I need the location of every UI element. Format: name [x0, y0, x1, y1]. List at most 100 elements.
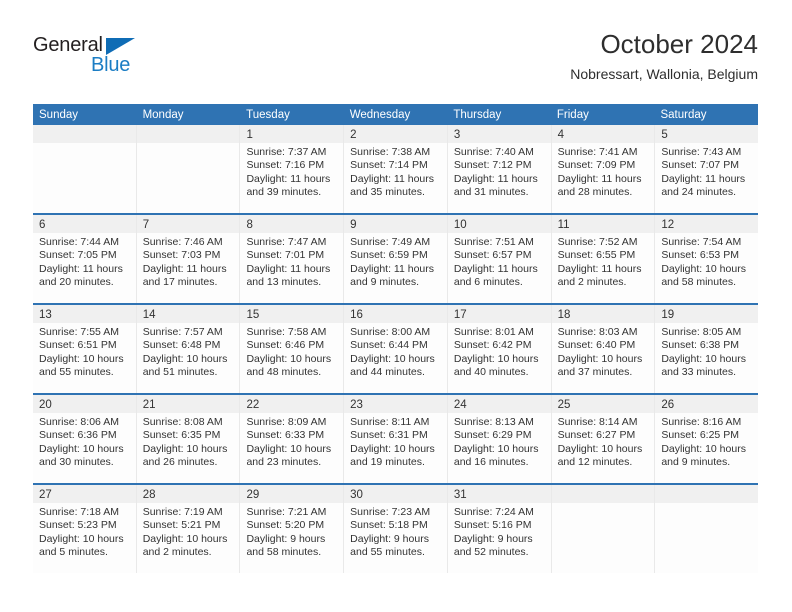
day-cell-23[interactable]: 23 Sunrise: 8:11 AM Sunset: 6:31 PM Dayligh…: [344, 395, 448, 483]
day-cell-22[interactable]: 22 Sunrise: 8:09 AM Sunset: 6:33 PM Dayligh…: [240, 395, 345, 483]
weekday-header-monday: Monday: [142, 109, 184, 121]
day-sun-info: Sunrise: 7:55 AM Sunset: 6:51 PM Daylight:…: [33, 323, 136, 380]
sunrise-text: Sunrise: 8:00 AM: [350, 326, 431, 338]
day-cell-11[interactable]: 11 Sunrise: 7:52 AM Sunset: 6:55 PM Dayligh…: [551, 215, 656, 303]
day-cell-6[interactable]: 6 Sunrise: 7:44 AM Sunset: 7:05 PM Daylight…: [33, 215, 137, 303]
sunset-text: Sunset: 6:42 PM: [453, 339, 532, 352]
day-sun-info: Sunrise: 7:18 AM Sunset: 5:23 PM Daylight:…: [33, 503, 136, 560]
day-cell-5[interactable]: 5 Sunrise: 7:43 AM Sunset: 7:07 PM Daylight…: [655, 125, 759, 213]
day-number-band: 31: [447, 485, 551, 503]
day-number: 25: [557, 399, 571, 411]
day-number-band: 17: [447, 305, 551, 323]
sunrise-text: Sunrise: 7:21 AM: [246, 506, 327, 518]
weekday-header-saturday: Saturday: [660, 109, 707, 121]
day-number-band: 5: [655, 125, 759, 143]
daylight-text-line2: and 58 minutes.: [661, 276, 737, 289]
daylight-text-line1: Daylight: 10 hours: [39, 532, 124, 545]
day-cell-16[interactable]: 16 Sunrise: 8:00 AM Sunset: 6:44 PM Dayligh…: [344, 305, 448, 393]
day-cell-28[interactable]: 28 Sunrise: 7:19 AM Sunset: 5:21 PM Dayligh…: [136, 485, 241, 573]
day-cell-25[interactable]: 25 Sunrise: 8:14 AM Sunset: 6:27 PM Dayligh…: [551, 395, 656, 483]
day-cell-13[interactable]: 13 Sunrise: 7:55 AM Sunset: 6:51 PM Dayligh…: [33, 305, 137, 393]
day-sun-info: Sunrise: 8:03 AM Sunset: 6:40 PM Daylight:…: [552, 323, 655, 380]
daylight-text-line2: and 55 minutes.: [39, 366, 114, 379]
day-cell-27[interactable]: 27 Sunrise: 7:18 AM Sunset: 5:23 PM Dayligh…: [33, 485, 137, 573]
daylight-text-line1: Daylight: 10 hours: [453, 352, 539, 365]
day-sun-info: Sunrise: 7:41 AM Sunset: 7:09 PM Daylight:…: [552, 143, 655, 200]
sunrise-text: Sunrise: 7:40 AM: [453, 146, 534, 158]
day-sun-info: Sunrise: 7:49 AM Sunset: 6:59 PM Daylight:…: [344, 233, 447, 290]
daylight-text-line1: Daylight: 11 hours: [350, 172, 435, 185]
day-cell-20[interactable]: 20 Sunrise: 8:06 AM Sunset: 6:36 PM Dayligh…: [33, 395, 137, 483]
daylight-text-line1: Daylight: 9 hours: [246, 532, 326, 545]
sunset-text: Sunset: 5:16 PM: [453, 519, 532, 532]
day-number-band: 27: [33, 485, 136, 503]
day-number-band: 18: [551, 305, 655, 323]
day-cell-14[interactable]: 14 Sunrise: 7:57 AM Sunset: 6:48 PM Dayligh…: [136, 305, 241, 393]
day-number-band: 1: [240, 125, 344, 143]
day-number: 20: [39, 399, 52, 411]
sunrise-text: Sunrise: 7:55 AM: [39, 326, 119, 338]
day-cell-9[interactable]: 9 Sunrise: 7:49 AM Sunset: 6:59 PM Daylight…: [344, 215, 448, 303]
day-cell-4[interactable]: 4 Sunrise: 7:41 AM Sunset: 7:09 PM Daylight…: [551, 125, 656, 213]
day-cell-21[interactable]: 21 Sunrise: 8:08 AM Sunset: 6:35 PM Dayligh…: [136, 395, 241, 483]
day-number-band: 11: [551, 215, 655, 233]
sunset-text: Sunset: 7:03 PM: [142, 249, 221, 262]
sunset-text: Sunset: 7:09 PM: [557, 159, 636, 172]
day-cell-2[interactable]: 2 Sunrise: 7:38 AM Sunset: 7:14 PM Daylight…: [344, 125, 448, 213]
day-cell-18[interactable]: 18 Sunrise: 8:03 AM Sunset: 6:40 PM Dayligh…: [551, 305, 656, 393]
page-title: October 2024: [600, 29, 758, 59]
general-blue-logo[interactable]: General Blue: [33, 34, 153, 80]
day-number: 30: [350, 489, 363, 501]
sunrise-text: Sunrise: 8:16 AM: [661, 416, 742, 428]
daylight-text-line2: and 48 minutes.: [246, 366, 322, 379]
day-cell-empty: [655, 485, 759, 573]
day-number: 14: [142, 309, 156, 321]
day-cell-26[interactable]: 26 Sunrise: 8:16 AM Sunset: 6:25 PM Dayligh…: [655, 395, 759, 483]
day-number: 11: [557, 219, 570, 231]
day-number-band: [551, 485, 655, 503]
day-number-band: 10: [447, 215, 551, 233]
sunset-text: Sunset: 6:40 PM: [557, 339, 636, 352]
day-cell-31[interactable]: 31 Sunrise: 7:24 AM Sunset: 5:16 PM Dayligh…: [447, 485, 552, 573]
sunset-text: Sunset: 6:38 PM: [661, 339, 739, 352]
daylight-text-line2: and 2 minutes.: [557, 276, 627, 289]
day-sun-info: Sunrise: 7:43 AM Sunset: 7:07 PM Daylight:…: [655, 143, 758, 200]
sunset-text: Sunset: 6:53 PM: [661, 249, 739, 262]
day-sun-info: Sunrise: 8:06 AM Sunset: 6:36 PM Daylight:…: [33, 413, 136, 470]
day-sun-info: Sunrise: 7:44 AM Sunset: 7:05 PM Daylight:…: [33, 233, 136, 290]
day-cell-7[interactable]: 7 Sunrise: 7:46 AM Sunset: 7:03 PM Daylight…: [136, 215, 241, 303]
day-cell-24[interactable]: 24 Sunrise: 8:13 AM Sunset: 6:29 PM Dayligh…: [447, 395, 552, 483]
day-cell-12[interactable]: 12 Sunrise: 7:54 AM Sunset: 6:53 PM Dayligh…: [655, 215, 759, 303]
daylight-text-line1: Daylight: 10 hours: [39, 442, 124, 455]
day-sun-info: Sunrise: 7:19 AM Sunset: 5:21 PM Daylight:…: [137, 503, 240, 560]
day-cell-17[interactable]: 17 Sunrise: 8:01 AM Sunset: 6:42 PM Dayligh…: [447, 305, 552, 393]
day-number-band: 12: [655, 215, 759, 233]
day-sun-info: Sunrise: 7:38 AM Sunset: 7:14 PM Daylight:…: [344, 143, 447, 200]
sunrise-text: Sunrise: 8:06 AM: [39, 416, 119, 428]
day-number: 1: [246, 129, 253, 141]
day-cell-10[interactable]: 10 Sunrise: 7:51 AM Sunset: 6:57 PM Dayligh…: [447, 215, 552, 303]
day-cell-8[interactable]: 8 Sunrise: 7:47 AM Sunset: 7:01 PM Daylight…: [240, 215, 345, 303]
day-cell-empty: [551, 485, 656, 573]
day-number: 9: [350, 219, 357, 231]
daylight-text-line1: Daylight: 11 hours: [557, 172, 642, 185]
day-number: 23: [350, 399, 363, 411]
day-cell-1[interactable]: 1 Sunrise: 7:37 AM Sunset: 7:16 PM Daylight…: [240, 125, 345, 213]
sunrise-text: Sunrise: 7:47 AM: [246, 236, 327, 248]
calendar-week-row: 6 Sunrise: 7:44 AM Sunset: 7:05 PM Daylight…: [33, 213, 759, 303]
daylight-text-line1: Daylight: 10 hours: [350, 442, 435, 455]
day-cell-3[interactable]: 3 Sunrise: 7:40 AM Sunset: 7:12 PM Daylight…: [447, 125, 552, 213]
calendar-week-row: 20 Sunrise: 8:06 AM Sunset: 6:36 PM Dayligh…: [33, 393, 759, 483]
day-cell-19[interactable]: 19 Sunrise: 8:05 AM Sunset: 6:38 PM Dayligh…: [655, 305, 759, 393]
day-cell-29[interactable]: 29 Sunrise: 7:21 AM Sunset: 5:20 PM Dayligh…: [240, 485, 345, 573]
day-number: 16: [350, 309, 363, 321]
day-number: 31: [453, 489, 467, 501]
calendar-week-row: 13 Sunrise: 7:55 AM Sunset: 6:51 PM Dayligh…: [33, 303, 759, 393]
sunset-text: Sunset: 6:27 PM: [557, 429, 636, 442]
day-number: 3: [453, 129, 461, 141]
day-number: 18: [557, 309, 571, 321]
day-cell-30[interactable]: 30 Sunrise: 7:23 AM Sunset: 5:18 PM Dayligh…: [344, 485, 448, 573]
day-cell-15[interactable]: 15 Sunrise: 7:58 AM Sunset: 6:46 PM Dayligh…: [240, 305, 345, 393]
sunrise-text: Sunrise: 7:52 AM: [557, 236, 638, 248]
sunset-text: Sunset: 6:51 PM: [39, 339, 117, 352]
